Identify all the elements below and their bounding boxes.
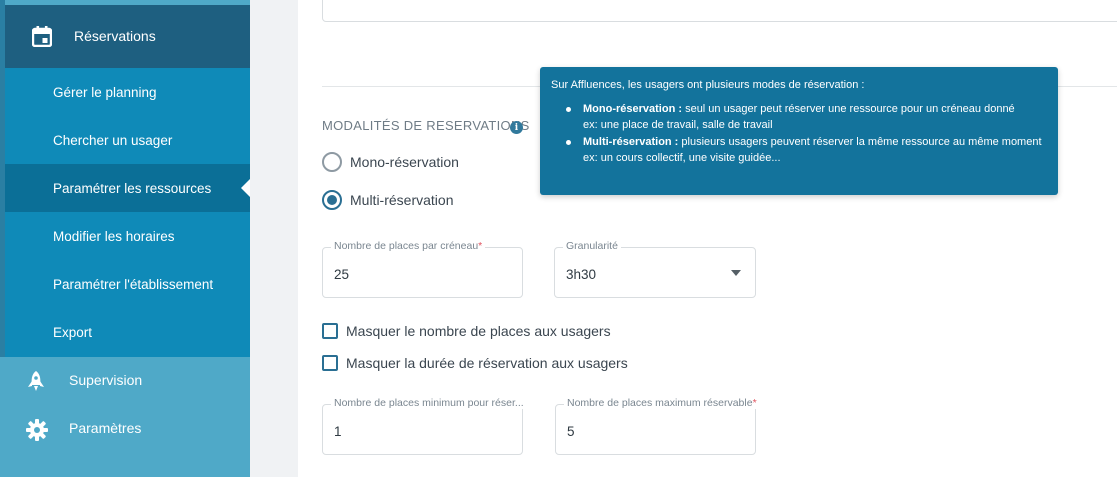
tooltip-intro: Sur Affluences, les usagers ont plusieur… bbox=[551, 79, 865, 91]
reservations-submenu: Gérer le planning Chercher un usager Par… bbox=[5, 68, 250, 357]
field-label: Granularité bbox=[563, 240, 621, 252]
field-label: Nombre de places minimum pour réser... bbox=[331, 397, 523, 409]
calendar-icon bbox=[31, 26, 53, 48]
checkbox-hide-places[interactable]: Masquer le nombre de places aux usagers bbox=[322, 323, 611, 339]
field-label: Nombre de places maximum réservable* bbox=[564, 397, 760, 409]
tooltip-item-title: Mono-réservation : bbox=[583, 103, 683, 115]
checkbox[interactable] bbox=[322, 355, 338, 371]
radio-multi-reservation[interactable]: Multi-réservation bbox=[322, 190, 453, 210]
radio-button[interactable] bbox=[322, 152, 342, 172]
top-input-field[interactable] bbox=[322, 0, 1117, 22]
tooltip-item-example: ex: une place de travail, salle de trava… bbox=[583, 118, 773, 131]
tooltip-item-multi: Multi-réservation : plusieurs usagers pe… bbox=[566, 135, 1056, 166]
places-per-slot-field[interactable]: Nombre de places par créneau* 25 bbox=[322, 240, 523, 298]
sidebar-item-label: Supervision bbox=[69, 372, 143, 388]
field-value: 3h30 bbox=[566, 267, 597, 282]
checkbox[interactable] bbox=[322, 323, 338, 339]
field-value: 25 bbox=[334, 267, 350, 282]
reservation-modes-tooltip: Sur Affluences, les usagers ont plusieur… bbox=[540, 67, 1058, 195]
sidebar-item-label: Réservations bbox=[74, 28, 156, 44]
tooltip-item-example: ex: un cours collectif, une visite guidé… bbox=[583, 151, 781, 164]
checkbox-label: Masquer le nombre de places aux usagers bbox=[346, 323, 611, 339]
sidebar: Réservations Gérer le planning Chercher … bbox=[0, 0, 250, 477]
max-places-field[interactable]: Nombre de places maximum réservable* 5 bbox=[555, 397, 760, 455]
radio-mono-reservation[interactable]: Mono-réservation bbox=[322, 152, 459, 172]
rocket-icon bbox=[26, 371, 46, 391]
submenu-item-label: Paramétrer les ressources bbox=[53, 180, 212, 196]
radio-label: Mono-réservation bbox=[350, 154, 459, 170]
tooltip-item-title: Multi-réservation : bbox=[583, 136, 679, 148]
tooltip-list: Mono-réservation : seul un usager peut r… bbox=[566, 102, 1056, 168]
submenu-item-chercher-usager[interactable]: Chercher un usager bbox=[5, 116, 250, 164]
active-caret-icon bbox=[241, 179, 250, 197]
sidebar-item-reservations[interactable]: Réservations bbox=[5, 5, 250, 68]
field-label: Nombre de places par créneau* bbox=[331, 240, 486, 252]
submenu-item-parametrer-etablissement[interactable]: Paramétrer l'établissement bbox=[5, 260, 250, 308]
checkbox-hide-duration[interactable]: Masquer la durée de réservation aux usag… bbox=[322, 355, 628, 371]
min-places-field[interactable]: Nombre de places minimum pour réser... 1 bbox=[322, 397, 523, 455]
granularite-select[interactable]: Granularité 3h30 bbox=[554, 240, 756, 298]
radio-button[interactable] bbox=[322, 190, 342, 210]
gear-icon bbox=[26, 419, 48, 441]
sidebar-item-parametres[interactable]: Paramètres bbox=[0, 405, 250, 453]
tooltip-item-text: plusieurs usagers peuvent réserver la mê… bbox=[678, 136, 1042, 148]
sidebar-item-supervision[interactable]: Supervision bbox=[0, 357, 250, 405]
tooltip-item-mono: Mono-réservation : seul un usager peut r… bbox=[566, 102, 1056, 133]
info-icon[interactable]: i bbox=[510, 121, 523, 134]
radio-label: Multi-réservation bbox=[350, 192, 454, 208]
field-value: 1 bbox=[334, 424, 342, 439]
field-value: 5 bbox=[567, 424, 575, 439]
tooltip-item-text: seul un usager peut réserver une ressour… bbox=[682, 103, 1015, 115]
submenu-item-export[interactable]: Export bbox=[5, 308, 250, 356]
submenu-item-gerer-planning[interactable]: Gérer le planning bbox=[5, 68, 250, 116]
submenu-item-parametrer-ressources[interactable]: Paramétrer les ressources bbox=[5, 164, 250, 212]
section-title: MODALITÉS DE RESERVATIONS bbox=[322, 118, 530, 133]
chevron-down-icon[interactable] bbox=[731, 270, 741, 276]
checkbox-label: Masquer la durée de réservation aux usag… bbox=[346, 355, 628, 371]
sidebar-item-label: Paramètres bbox=[69, 420, 142, 436]
submenu-item-modifier-horaires[interactable]: Modifier les horaires bbox=[5, 212, 250, 260]
